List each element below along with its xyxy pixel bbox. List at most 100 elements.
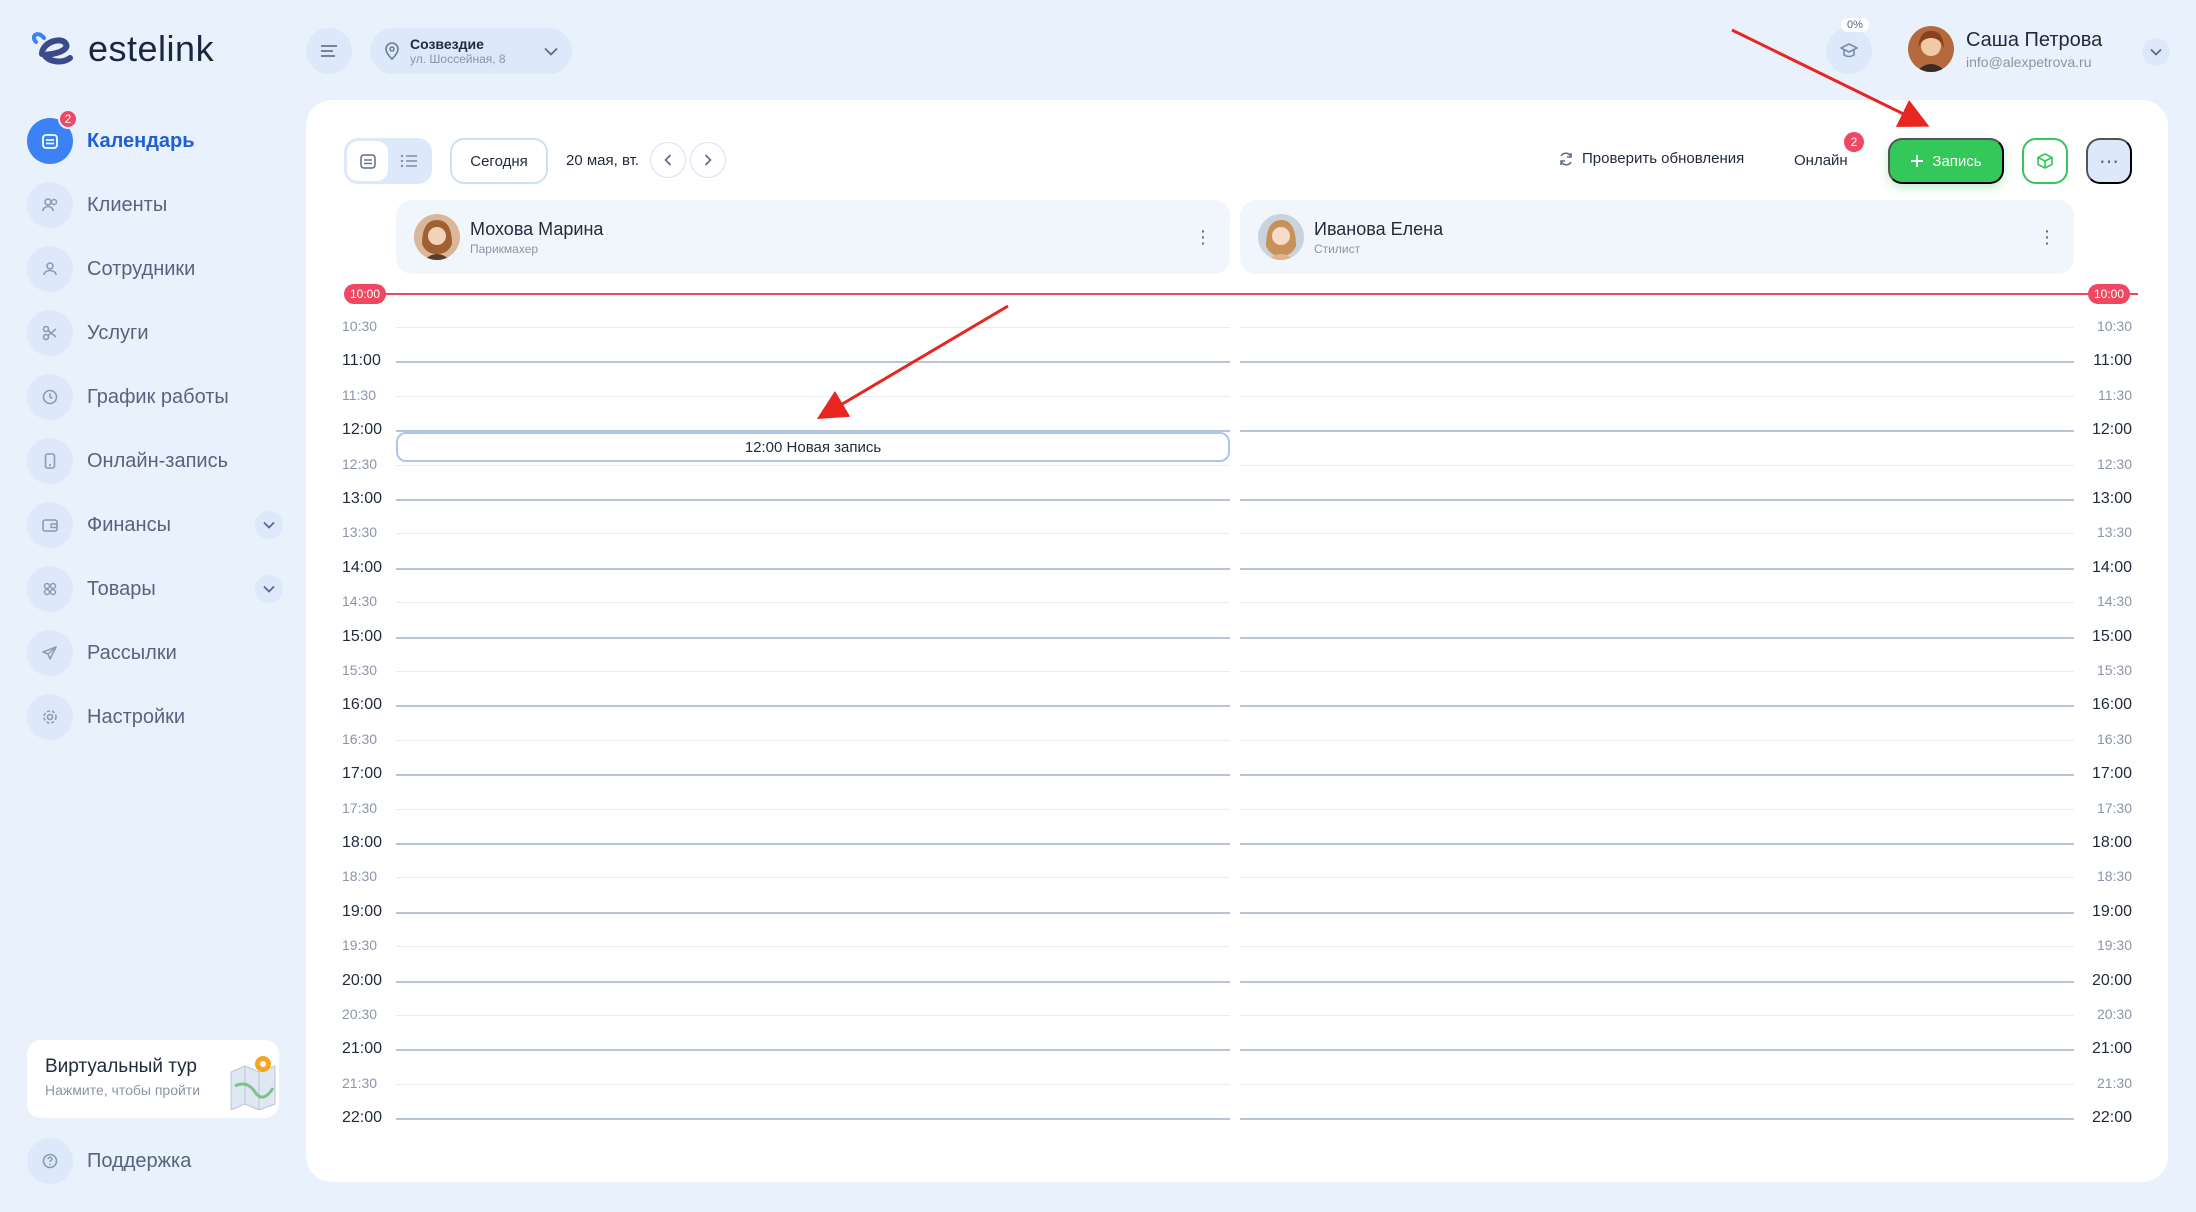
time-slot-line bbox=[1240, 1118, 2074, 1121]
sidebar-item-label: Календарь bbox=[87, 129, 195, 152]
time-slot-line bbox=[396, 361, 1230, 364]
time-slot-line bbox=[396, 1118, 1230, 1121]
chevron-down-icon[interactable] bbox=[255, 511, 283, 539]
time-slot-line bbox=[1240, 877, 2074, 879]
time-slot-line bbox=[396, 499, 1230, 501]
time-slot-line bbox=[396, 327, 1230, 328]
time-slot-line bbox=[396, 774, 1230, 777]
location-address: ул. Шоссейная, 8 bbox=[410, 52, 506, 66]
scissors-icon bbox=[27, 310, 73, 356]
time-label-left: 17:30 bbox=[342, 799, 378, 816]
time-slot-line bbox=[1240, 602, 2074, 604]
onboarding-progress-button[interactable]: 0% bbox=[1826, 18, 1872, 74]
time-slot-line bbox=[1240, 980, 2074, 983]
location-selector[interactable]: Созвездие ул. Шоссейная, 8 bbox=[370, 28, 572, 74]
time-slot-line bbox=[1240, 533, 2074, 535]
sidebar-item-settings[interactable]: Настройки bbox=[27, 694, 283, 740]
time-label-right: 17:30 bbox=[2096, 799, 2132, 816]
time-label-left: 11:30 bbox=[342, 386, 376, 403]
logo-icon bbox=[31, 32, 73, 65]
time-slot-line bbox=[1240, 395, 2074, 397]
sidebar-item-staff[interactable]: Сотрудники bbox=[27, 246, 283, 292]
sidebar-item-mailings[interactable]: Рассылки bbox=[27, 630, 283, 676]
time-label-left: 13:30 bbox=[342, 524, 378, 541]
chevron-down-icon bbox=[2150, 48, 2162, 56]
time-slot-line bbox=[1240, 705, 2074, 708]
appointment-card[interactable]: 12:00 Новая запись bbox=[396, 432, 1230, 462]
sidebar-item-schedule[interactable]: График работы bbox=[27, 374, 283, 420]
time-slot-line bbox=[396, 567, 1230, 570]
help-icon bbox=[27, 1138, 73, 1184]
time-label-right: 11:30 bbox=[2098, 386, 2132, 403]
sidebar-item-goods[interactable]: Товары bbox=[27, 566, 283, 612]
time-label-left: 21:00 bbox=[342, 1040, 383, 1058]
time-label-right: 15:00 bbox=[2091, 627, 2132, 645]
sidebar-item-clients[interactable]: Клиенты bbox=[27, 182, 283, 228]
calendar-badge: 2 bbox=[58, 109, 78, 129]
time-label-right: 21:00 bbox=[2091, 1040, 2132, 1058]
virtual-tour-card[interactable]: Виртуальный тур Нажмите, чтобы пройти bbox=[27, 1040, 279, 1118]
time-label-left: 14:00 bbox=[342, 558, 383, 576]
time-label-right: 13:00 bbox=[2091, 490, 2132, 507]
time-slot-line bbox=[1240, 327, 2074, 328]
sidebar-item-online-booking[interactable]: Онлайн-запись bbox=[27, 438, 283, 484]
time-label-left: 19:30 bbox=[342, 937, 378, 954]
user-email: info@alexpetrova.ru bbox=[1966, 53, 2092, 70]
time-label-right: 18:00 bbox=[2091, 834, 2132, 851]
time-slot-line bbox=[1240, 843, 2074, 845]
time-label-left: 21:30 bbox=[342, 1074, 378, 1091]
support-label: Поддержка bbox=[87, 1149, 192, 1172]
time-slot-line bbox=[396, 843, 1230, 845]
sidebar-item-services[interactable]: Услуги bbox=[27, 310, 283, 356]
time-slot-line bbox=[1240, 739, 2074, 741]
time-slot-line bbox=[396, 671, 1230, 672]
map-pin-icon bbox=[385, 42, 399, 60]
time-slot-line bbox=[1240, 911, 2074, 914]
menu-toggle-button[interactable] bbox=[306, 28, 352, 74]
time-slot-line bbox=[1240, 567, 2074, 570]
time-label-left: 10:30 bbox=[342, 318, 378, 334]
calendar-panel: Сегодня 20 мая, вт. Проверить обновления… bbox=[306, 100, 2168, 1182]
time-slot-line bbox=[396, 464, 1230, 466]
time-slot-line bbox=[396, 946, 1230, 948]
time-slot-line bbox=[1240, 808, 2074, 810]
time-label-right: 10:30 bbox=[2096, 318, 2132, 334]
sidebar-item-label: Рассылки bbox=[87, 641, 177, 664]
sidebar-item-label: Финансы bbox=[87, 513, 171, 536]
time-label-left: 22:00 bbox=[342, 1109, 383, 1127]
time-slot-line bbox=[396, 980, 1230, 983]
progress-percent: 0% bbox=[1841, 18, 1869, 32]
sidebar-item-finance[interactable]: Финансы bbox=[27, 502, 283, 548]
time-grid[interactable]: 10:00 10:00 10:30 10:30 11:00 11:00 11:30 11:… bbox=[306, 100, 2168, 1182]
graduation-cap-icon bbox=[1840, 43, 1858, 58]
phone-icon bbox=[27, 438, 73, 484]
time-slot-line bbox=[1240, 774, 2074, 777]
time-slot-line bbox=[1240, 464, 2074, 466]
time-label-right: 17:00 bbox=[2091, 765, 2132, 783]
time-slot-line bbox=[1240, 1049, 2074, 1052]
sidebar-item-label: Настройки bbox=[87, 705, 186, 728]
wallet-icon bbox=[27, 502, 73, 548]
time-slot-line bbox=[396, 877, 1230, 879]
users-icon bbox=[27, 182, 73, 228]
chevron-down-icon[interactable] bbox=[255, 575, 283, 603]
calendar-icon: 2 bbox=[27, 109, 78, 164]
gear-icon bbox=[27, 694, 73, 740]
time-slot-line bbox=[1240, 430, 2074, 433]
user-profile[interactable]: Саша Петрова info@alexpetrova.ru bbox=[1908, 26, 2102, 72]
time-label-right: 14:30 bbox=[2096, 593, 2132, 610]
sidebar-item-label: Сотрудники bbox=[87, 257, 196, 280]
time-slot-line bbox=[1240, 671, 2074, 672]
sidebar-item-label: Услуги bbox=[87, 321, 149, 344]
time-label-right: 12:30 bbox=[2096, 455, 2132, 472]
time-label-left: 20:00 bbox=[342, 971, 383, 989]
user-menu-chevron[interactable] bbox=[2142, 38, 2170, 66]
time-label-left: 15:30 bbox=[342, 662, 378, 678]
app-logo[interactable]: estelink bbox=[28, 28, 214, 70]
time-label-right: 12:00 bbox=[2091, 421, 2132, 439]
sidebar-item-calendar[interactable]: 2 Календарь bbox=[27, 109, 283, 164]
time-slot-line bbox=[396, 395, 1230, 397]
time-label-right: 15:30 bbox=[2096, 662, 2132, 678]
support-link[interactable]: Поддержка bbox=[27, 1138, 191, 1184]
box-icon bbox=[27, 566, 73, 612]
